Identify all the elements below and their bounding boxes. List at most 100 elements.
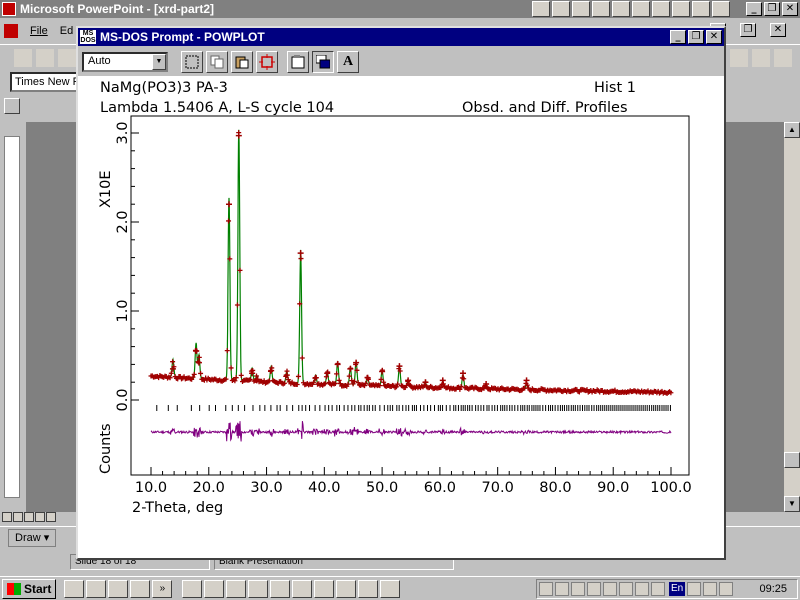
font-button[interactable]: A [337,51,359,73]
font-size-select[interactable]: Auto ▼ [82,52,168,72]
observed-peak-point [439,377,446,384]
office-shortcut-bar [532,1,730,17]
vertical-ruler [4,136,20,498]
plot-header-title: NaMg(PO3)3 PA-3 [100,80,228,96]
tray-icon[interactable] [555,582,569,596]
app-icon[interactable] [672,1,690,17]
x-tick-label: 10.0 [135,480,167,496]
menu-edit[interactable]: Ed [60,25,73,37]
toolbar-icon[interactable] [752,49,770,67]
plot-header-hist: Hist 1 [594,80,636,96]
tray-icon[interactable] [587,582,601,596]
x-tick-label: 90.0 [597,480,629,496]
app-icon[interactable] [572,1,590,17]
dos-titlebar[interactable]: MS DOS MS-DOS Prompt - POWPLOT _ ❐ ✕ [78,28,724,46]
more-icon[interactable]: » [152,579,173,598]
start-button[interactable]: Start [2,578,57,599]
task-buttons [182,579,401,598]
new-icon[interactable] [14,49,32,67]
outlook-icon[interactable] [108,579,129,598]
powplot-canvas: NaMg(PO3)3 PA-3 Hist 1 Lambda 1.5406 A, … [78,76,724,558]
dos-minimize-button[interactable]: _ [670,30,686,44]
task-button[interactable] [358,579,379,598]
tray-icon[interactable] [687,582,702,596]
dos-restore-button[interactable]: ❐ [688,30,704,44]
tray-icon[interactable] [539,582,553,596]
tray-icon[interactable] [651,582,665,596]
observed-peak-point [523,377,530,384]
fullscreen-icon[interactable] [256,51,278,73]
app-icon[interactable] [712,1,730,17]
copy-icon[interactable] [206,51,228,73]
task-button[interactable] [226,579,247,598]
word-icon[interactable] [532,1,550,17]
observed-point [295,373,301,379]
tray-icon[interactable] [619,582,633,596]
vertical-scrollbar[interactable]: ▲ ▼ [784,122,800,512]
slide-view-icon[interactable] [24,512,34,522]
close-button[interactable]: ✕ [782,2,798,16]
powder-diffraction-plot: NaMg(PO3)3 PA-3 Hist 1 Lambda 1.5406 A, … [98,80,692,516]
x-tick-label: 60.0 [424,480,456,496]
font-name-box[interactable]: Times New R [10,72,78,92]
toolbar-icon[interactable] [774,49,792,67]
excel-icon[interactable] [552,1,570,17]
powerpoint-titlebar[interactable]: Microsoft PowerPoint - [xrd-part2] _ ❐ ✕ [0,0,800,18]
draw-menu-button[interactable]: Draw ▾ [8,529,57,547]
app-icon[interactable] [652,1,670,17]
normal-view-icon[interactable] [2,512,12,522]
outlook-icon[interactable] [632,1,650,17]
scroll-up-icon[interactable]: ▲ [784,122,800,138]
sorter-view-icon[interactable] [35,512,45,522]
open-icon[interactable] [36,49,54,67]
properties-icon[interactable] [287,51,309,73]
task-button[interactable] [204,579,225,598]
tray-icon[interactable] [571,582,585,596]
task-button[interactable] [182,579,203,598]
x-tick-label: 80.0 [539,480,571,496]
task-button[interactable] [380,579,401,598]
find-icon[interactable] [592,1,610,17]
tray-icon[interactable] [603,582,617,596]
ie-icon[interactable] [612,1,630,17]
task-button[interactable] [292,579,313,598]
tray-icon[interactable] [703,582,718,596]
doc-icon[interactable] [4,24,18,38]
dos-title: MS-DOS Prompt - POWPLOT [100,30,265,44]
toolbar-icon[interactable] [730,49,748,67]
observed-peak-point [422,379,429,386]
powerpoint-title: Microsoft PowerPoint - [xrd-part2] [20,2,215,16]
dos-close-button[interactable]: ✕ [706,30,722,44]
task-button[interactable] [336,579,357,598]
mark-icon[interactable] [181,51,203,73]
doc-close-button[interactable]: ✕ [770,23,786,37]
background-icon[interactable] [312,51,334,73]
outline-view-icon[interactable] [13,512,23,522]
task-button[interactable] [270,579,291,598]
observed-peak-point [193,348,200,355]
chevron-down-icon[interactable]: ▼ [152,54,166,70]
paste-icon[interactable] [231,51,253,73]
outline-button[interactable] [4,98,20,114]
tray-icon[interactable] [635,582,649,596]
slideshow-icon[interactable] [46,512,56,522]
tray-icon[interactable] [719,582,734,596]
task-button[interactable] [248,579,269,598]
task-button[interactable] [314,579,335,598]
menu-file[interactable]: File [30,25,48,37]
observed-peak-point [226,201,232,208]
scroll-down-icon[interactable]: ▼ [784,496,800,512]
language-indicator[interactable]: En [669,582,686,596]
scroll-thumb[interactable] [784,452,800,468]
dos-toolbar: Auto ▼ A [78,48,724,76]
ie-icon[interactable] [86,579,107,598]
minimize-button[interactable]: _ [746,2,762,16]
observed-peak-point [405,377,412,384]
save-icon[interactable] [58,49,76,67]
restore-button[interactable]: ❐ [764,2,780,16]
app-icon[interactable] [692,1,710,17]
desktop-icon[interactable] [64,579,85,598]
folder-icon[interactable] [130,579,151,598]
y-axis-label-scale: X10E [98,170,114,208]
doc-restore-button[interactable]: ❐ [740,23,756,37]
